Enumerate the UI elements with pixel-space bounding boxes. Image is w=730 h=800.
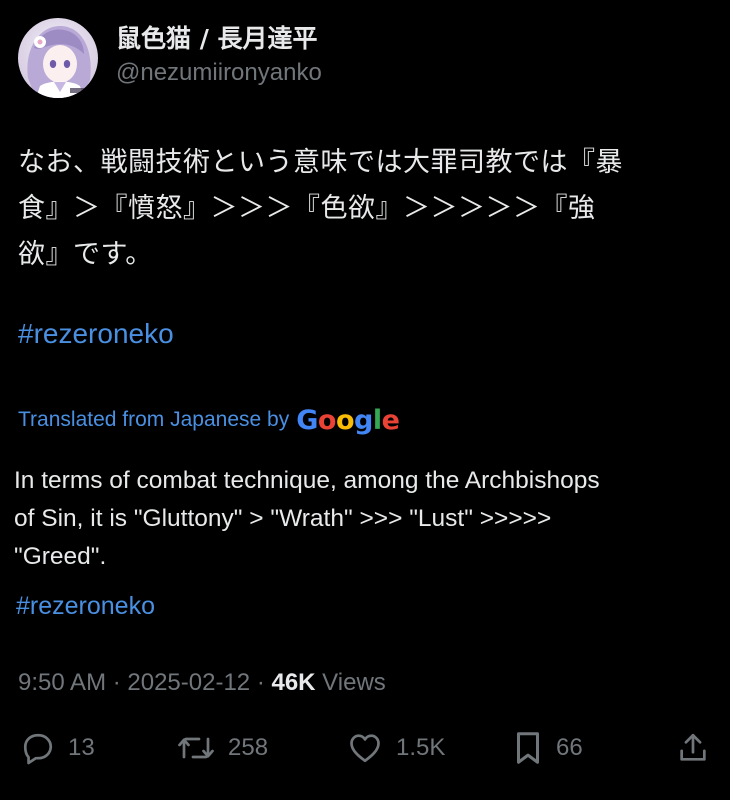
share-button[interactable] bbox=[676, 725, 710, 771]
tweet-date[interactable]: 2025-02-12 bbox=[127, 669, 250, 696]
user-handle[interactable]: @nezumiironyanko bbox=[116, 57, 322, 89]
views-count: 46K bbox=[271, 669, 316, 696]
user-info: 鼠色猫 / 長月達平 @nezumiironyanko bbox=[116, 24, 322, 89]
meta-separator: · bbox=[106, 669, 128, 696]
views-label: Views bbox=[315, 669, 386, 696]
reply-button[interactable]: 13 bbox=[20, 725, 95, 771]
hashtag-link-translated[interactable]: #rezeroneko bbox=[16, 588, 155, 624]
retweet-icon bbox=[176, 730, 216, 766]
google-letter-l: l bbox=[372, 404, 382, 436]
avatar-image bbox=[18, 18, 98, 98]
avatar[interactable] bbox=[18, 18, 98, 98]
bookmark-icon bbox=[512, 729, 544, 767]
tweet-text-translated: In terms of combat technique, among the … bbox=[14, 467, 600, 570]
tweet-header: 鼠色猫 / 長月達平 @nezumiironyanko bbox=[18, 16, 322, 100]
display-name[interactable]: 鼠色猫 / 長月達平 bbox=[116, 23, 322, 55]
hashtag-link-original[interactable]: #rezeroneko bbox=[18, 314, 174, 354]
translation-attribution[interactable]: Translated from Japanese by Google bbox=[18, 402, 400, 438]
bookmark-button[interactable]: 66 bbox=[512, 725, 583, 771]
action-bar: 13 258 1.5K 66 bbox=[0, 725, 730, 771]
share-icon bbox=[676, 730, 710, 766]
tweet-text-original: なお、戦闘技術という意味では大罪司教では『暴 食』＞『憤怒』＞＞＞『色欲』＞＞＞… bbox=[18, 147, 623, 270]
meta-separator: · bbox=[250, 669, 272, 696]
google-letter-g: G bbox=[296, 404, 318, 436]
tweet-time[interactable]: 9:50 AM bbox=[18, 669, 106, 696]
tweet: 鼠色猫 / 長月達平 @nezumiironyanko なお、戦闘技術という意味… bbox=[0, 0, 730, 800]
like-count: 1.5K bbox=[396, 734, 446, 761]
tweet-meta: 9:50 AM · 2025-02-12 · 46K Views bbox=[18, 666, 386, 700]
bookmark-count: 66 bbox=[556, 734, 583, 761]
reply-count: 13 bbox=[68, 734, 95, 761]
heart-icon bbox=[346, 730, 384, 766]
google-letter-o1: o bbox=[317, 404, 337, 436]
google-logo: Google bbox=[296, 404, 400, 436]
retweet-button[interactable]: 258 bbox=[176, 725, 268, 771]
like-button[interactable]: 1.5K bbox=[346, 725, 445, 771]
translated-label: Translated from Japanese by bbox=[18, 408, 290, 431]
google-letter-o2: o bbox=[335, 404, 355, 436]
google-letter-e: e bbox=[381, 404, 400, 436]
retweet-count: 258 bbox=[228, 734, 269, 761]
reply-icon bbox=[20, 730, 56, 766]
google-letter-g2: g bbox=[354, 404, 373, 436]
